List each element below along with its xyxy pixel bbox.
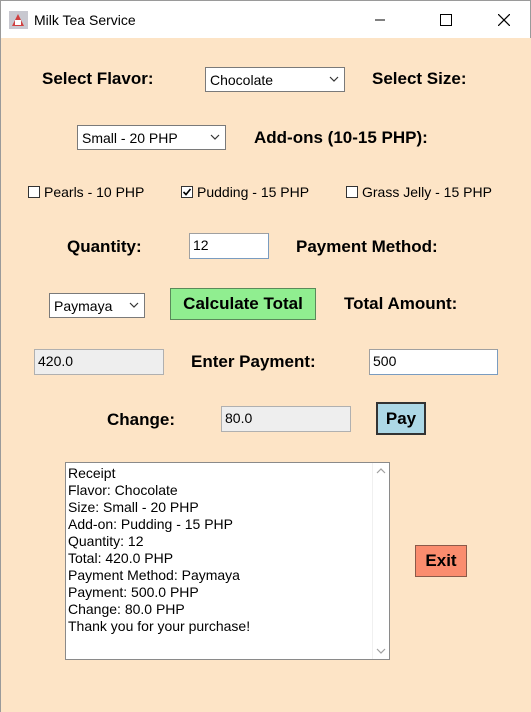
chevron-down-icon <box>129 302 139 308</box>
receipt-textarea[interactable]: Receipt Flavor: Chocolate Size: Small - … <box>65 462 390 660</box>
receipt-line: Payment: 500.0 PHP <box>68 584 199 600</box>
close-button[interactable] <box>481 1 527 38</box>
addon-grass-jelly-checkbox[interactable]: Grass Jelly - 15 PHP <box>346 184 492 200</box>
quantity-input[interactable]: 12 <box>189 233 269 259</box>
receipt-line: Flavor: Chocolate <box>68 482 178 498</box>
receipt-text: Receipt Flavor: Chocolate Size: Small - … <box>68 465 250 635</box>
change-label: Change: <box>107 410 175 429</box>
exit-button[interactable]: Exit <box>415 545 467 577</box>
payment-method-label: Payment Method: <box>296 237 438 256</box>
receipt-line: Payment Method: Paymaya <box>68 567 240 583</box>
checkbox-box-checked[interactable] <box>181 186 193 198</box>
change-field: 80.0 <box>221 406 351 432</box>
size-select[interactable]: Small - 20 PHP <box>77 125 226 150</box>
chevron-down-icon <box>210 134 220 140</box>
vertical-scrollbar[interactable] <box>372 463 389 659</box>
flavor-select[interactable]: Chocolate <box>205 67 345 92</box>
enter-payment-label: Enter Payment: <box>191 352 316 371</box>
addons-label: Add-ons (10-15 PHP): <box>254 128 428 147</box>
pay-button[interactable]: Pay <box>376 402 426 435</box>
checkbox-box[interactable] <box>28 186 40 198</box>
maximize-button[interactable] <box>423 1 469 38</box>
app-window: Milk Tea Service Select Flavor: Chocolat… <box>0 0 531 712</box>
receipt-line: Size: Small - 20 PHP <box>68 499 199 515</box>
chevron-down-icon <box>329 76 339 82</box>
addon-pearls-label: Pearls - 10 PHP <box>44 184 145 200</box>
addon-pudding-checkbox[interactable]: Pudding - 15 PHP <box>181 184 309 200</box>
flavor-label: Select Flavor: <box>42 69 154 88</box>
size-select-value: Small - 20 PHP <box>82 129 178 146</box>
receipt-line: Receipt <box>68 465 116 481</box>
receipt-line: Total: 420.0 PHP <box>68 550 174 566</box>
addon-pearls-checkbox[interactable]: Pearls - 10 PHP <box>28 184 144 200</box>
size-label: Select Size: <box>372 69 467 88</box>
receipt-line: Thank you for your purchase! <box>68 618 251 634</box>
receipt-line: Quantity: 12 <box>68 533 144 549</box>
window-title: Milk Tea Service <box>34 12 136 28</box>
scroll-up-arrow-icon[interactable] <box>376 467 386 475</box>
payment-method-select[interactable]: Paymaya <box>49 293 145 318</box>
quantity-label: Quantity: <box>67 237 142 256</box>
total-amount-field: 420.0 <box>34 349 164 375</box>
receipt-line: Add-on: Pudding - 15 PHP <box>68 516 233 532</box>
minimize-button[interactable] <box>357 1 403 38</box>
title-bar[interactable]: Milk Tea Service <box>1 1 530 38</box>
addon-pudding-label: Pudding - 15 PHP <box>197 184 310 200</box>
calculate-total-button[interactable]: Calculate Total <box>170 288 316 320</box>
checkbox-box[interactable] <box>346 186 358 198</box>
checkmark-icon <box>182 188 192 196</box>
flavor-select-value: Chocolate <box>210 71 274 88</box>
payment-input[interactable]: 500 <box>369 349 498 375</box>
form-panel: Select Flavor: Chocolate Select Size: Sm… <box>1 38 531 712</box>
total-amount-label: Total Amount: <box>344 294 458 313</box>
receipt-line: Change: 80.0 PHP <box>68 601 185 617</box>
payment-method-value: Paymaya <box>54 297 113 314</box>
scroll-down-arrow-icon[interactable] <box>376 647 386 655</box>
java-app-icon <box>9 11 28 29</box>
addon-grass-jelly-label: Grass Jelly - 15 PHP <box>362 184 492 200</box>
